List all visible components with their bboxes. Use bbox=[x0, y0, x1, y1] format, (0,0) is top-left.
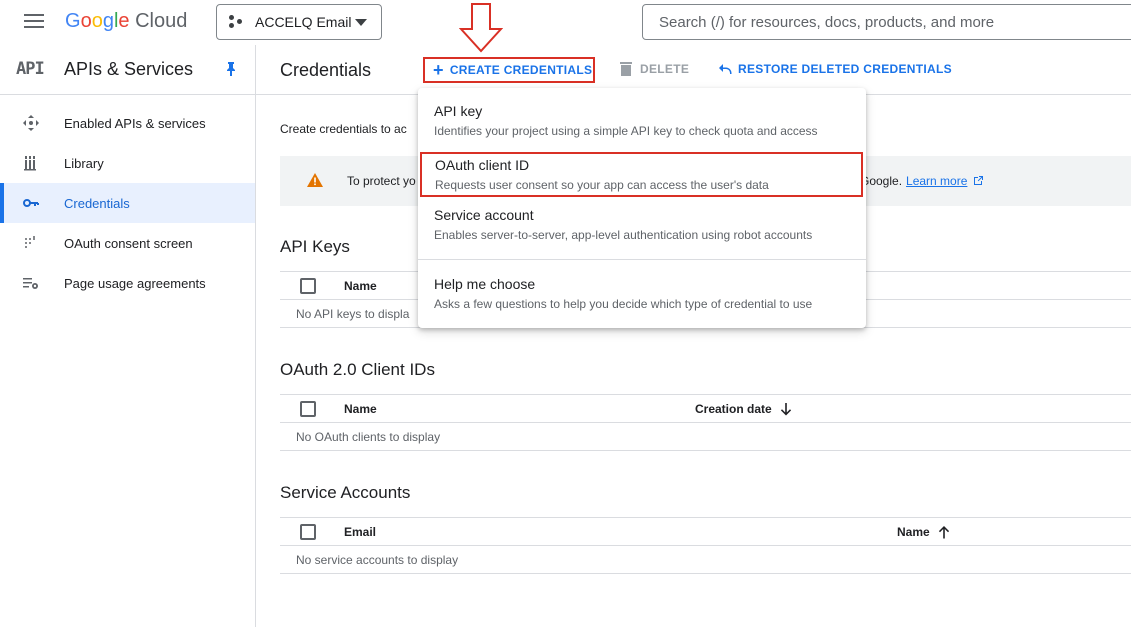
trash-icon bbox=[620, 62, 632, 76]
search-input[interactable] bbox=[659, 13, 1131, 31]
delete-button[interactable]: DELETE bbox=[620, 62, 689, 76]
create-credentials-button[interactable]: + CREATE CREDENTIALS bbox=[423, 57, 595, 83]
project-name: ACCELQ Email bbox=[255, 14, 352, 30]
service-accounts-table: Email Name No service accounts to displa… bbox=[280, 517, 1131, 574]
create-credentials-label: CREATE CREDENTIALS bbox=[449, 63, 593, 77]
menu-item-title: Help me choose bbox=[434, 276, 536, 292]
table-empty-row: No OAuth clients to display bbox=[280, 423, 1131, 451]
external-link-icon bbox=[973, 176, 983, 185]
menu-item-title: Service account bbox=[434, 207, 534, 223]
create-credentials-menu: API key Identifies your project using a … bbox=[418, 88, 866, 328]
select-all-checkbox[interactable] bbox=[300, 401, 316, 417]
sidebar-item-library[interactable]: Library bbox=[0, 143, 255, 183]
warning-text: To protect yo bbox=[347, 174, 416, 188]
table-header: Email Name bbox=[280, 517, 1131, 546]
menu-item-help-me-choose[interactable]: Help me choose Asks a few questions to h… bbox=[418, 276, 866, 311]
warning-tail-text: Google. bbox=[860, 174, 903, 188]
learn-more-link[interactable]: Learn more bbox=[906, 174, 967, 188]
warning-tail: Google. Learn more bbox=[860, 174, 984, 188]
column-creation-date[interactable]: Creation date bbox=[695, 402, 792, 416]
sidebar-header: API APIs & Services bbox=[0, 45, 255, 95]
api-keys-title: API Keys bbox=[280, 237, 350, 256]
sidebar-item-credentials[interactable]: Credentials bbox=[0, 183, 255, 223]
library-icon bbox=[24, 156, 36, 171]
sidebar-item-enabled-apis[interactable]: Enabled APIs & services bbox=[0, 103, 255, 143]
empty-message: No API keys to displa bbox=[296, 307, 410, 321]
table-header: Name Creation date bbox=[280, 394, 1131, 423]
sidebar-item-page-usage[interactable]: Page usage agreements bbox=[0, 263, 255, 303]
menu-divider bbox=[418, 259, 866, 260]
menu-item-description: Identifies your project using a simple A… bbox=[434, 124, 818, 138]
restore-label: RESTORE DELETED CREDENTIALS bbox=[738, 62, 952, 76]
intro-text: Create credentials to ac bbox=[280, 122, 407, 136]
oauth-clients-table: Name Creation date No OAuth clients to d… bbox=[280, 394, 1131, 451]
sidebar-item-oauth-consent[interactable]: OAuth consent screen bbox=[0, 223, 255, 263]
column-creation-date-label: Creation date bbox=[695, 402, 772, 416]
warning-icon bbox=[307, 173, 323, 187]
project-selector[interactable]: ACCELQ Email bbox=[216, 4, 382, 40]
search-bar[interactable] bbox=[642, 4, 1131, 40]
chevron-down-icon bbox=[355, 19, 367, 26]
menu-item-description: Asks a few questions to help you decide … bbox=[434, 297, 813, 311]
delete-label: DELETE bbox=[640, 62, 690, 76]
annotation-arrow-icon bbox=[459, 3, 503, 53]
menu-item-description: Enables server-to-server, app-level auth… bbox=[434, 228, 813, 242]
sidebar-item-label: Credentials bbox=[64, 195, 130, 211]
sidebar-item-label: OAuth consent screen bbox=[64, 235, 193, 251]
empty-message: No OAuth clients to display bbox=[296, 430, 441, 444]
arrow-up-icon bbox=[938, 526, 949, 539]
select-all-checkbox[interactable] bbox=[300, 278, 316, 294]
select-all-checkbox[interactable] bbox=[300, 524, 316, 540]
menu-item-title: OAuth client ID bbox=[435, 157, 530, 173]
oauth-clients-title: OAuth 2.0 Client IDs bbox=[280, 360, 435, 379]
menu-item-api-key[interactable]: API key Identifies your project using a … bbox=[418, 103, 866, 138]
menu-icon[interactable] bbox=[24, 14, 44, 30]
page-title: Credentials bbox=[280, 60, 372, 80]
service-accounts-title: Service Accounts bbox=[280, 483, 411, 502]
sidebar-item-label: Page usage agreements bbox=[64, 275, 206, 291]
google-cloud-logo[interactable]: Google Cloud bbox=[65, 10, 187, 33]
sidebar-item-label: Enabled APIs & services bbox=[64, 115, 206, 131]
undo-icon bbox=[719, 64, 732, 74]
sidebar: API APIs & Services Enabled APIs & servi… bbox=[0, 45, 256, 627]
sidebar-item-label: Library bbox=[64, 155, 104, 171]
menu-item-service-account[interactable]: Service account Enables server-to-server… bbox=[418, 207, 866, 242]
top-bar: Google Cloud ACCELQ Email bbox=[0, 0, 1131, 45]
pin-icon[interactable] bbox=[226, 62, 236, 76]
column-name[interactable]: Name bbox=[897, 525, 950, 539]
arrow-down-icon bbox=[780, 403, 791, 416]
diamond-arrows-icon bbox=[23, 115, 39, 131]
column-name[interactable]: Name bbox=[344, 402, 377, 416]
plus-icon: + bbox=[433, 60, 444, 80]
table-empty-row: No service accounts to display bbox=[280, 546, 1131, 574]
menu-item-oauth-client-id[interactable]: OAuth client ID Requests user consent so… bbox=[420, 152, 863, 197]
column-name[interactable]: Name bbox=[344, 279, 377, 293]
restore-deleted-credentials-button[interactable]: RESTORE DELETED CREDENTIALS bbox=[718, 62, 952, 76]
column-email[interactable]: Email bbox=[344, 525, 376, 539]
column-name-label: Name bbox=[897, 525, 930, 539]
menu-item-title: API key bbox=[434, 103, 483, 119]
settings-list-icon bbox=[23, 278, 38, 289]
empty-message: No service accounts to display bbox=[296, 553, 459, 567]
sidebar-title: APIs & Services bbox=[64, 59, 194, 79]
key-icon bbox=[23, 199, 39, 207]
project-icon bbox=[229, 15, 245, 29]
dots-grid-icon bbox=[25, 236, 35, 248]
menu-item-description: Requests user consent so your app can ac… bbox=[435, 178, 769, 192]
api-logo: API bbox=[16, 59, 45, 79]
